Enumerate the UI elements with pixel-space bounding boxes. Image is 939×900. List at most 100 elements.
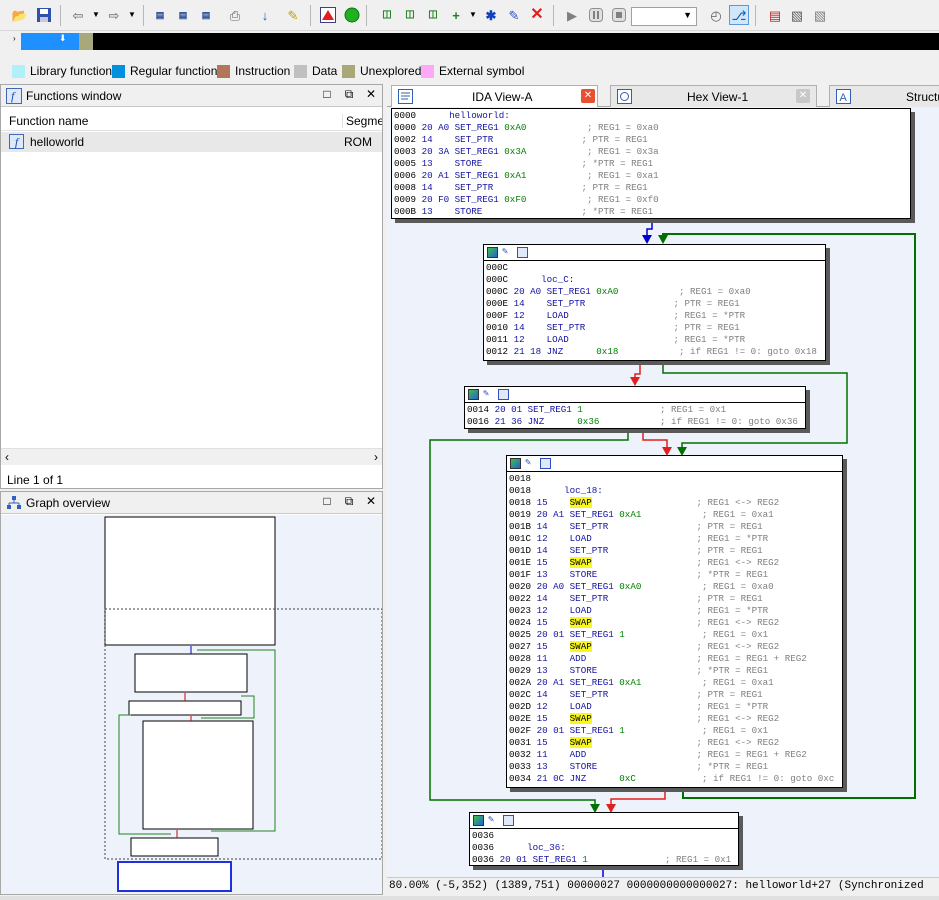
code-line[interactable]: 0025 20 01 SET_REG1 1 ; REG1 = 0x1 [509, 629, 840, 641]
save-icon[interactable] [34, 5, 54, 25]
ida-graph-view[interactable]: 0000 helloworld: 0000 20 A0 SET_REG1 0xA0… [387, 107, 939, 877]
code-line[interactable]: 0002 14 SET_PTR ; PTR = REG1 [394, 134, 908, 146]
graph-overview-titlebar[interactable]: Graph overview □ ⧉ ✕ [1, 492, 382, 514]
code-line[interactable]: 0010 14 SET_PTR ; PTR = REG1 [486, 322, 823, 334]
code-line[interactable]: 0020 20 A0 SET_REG1 0xA0 ; REG1 = 0xa0 [509, 581, 840, 593]
code-line[interactable]: 0036 20 01 SET_REG1 1 ; REG1 = 0x1 [472, 854, 736, 865]
rename-node-icon[interactable]: ✎ [502, 247, 513, 258]
code-line[interactable]: 001D 14 SET_PTR ; PTR = REG1 [509, 545, 840, 557]
code-line[interactable]: 0024 15 SWAP ; REG1 <-> REG2 [509, 617, 840, 629]
viewport-frame[interactable] [117, 861, 232, 892]
rename-node-icon[interactable]: ✎ [483, 389, 494, 400]
navigation-band[interactable]: › ⬇ [0, 31, 939, 53]
run-green-icon[interactable] [342, 5, 362, 25]
start-debug-icon[interactable]: ▶ [562, 5, 582, 25]
graph-node-0014[interactable]: ✎ 0014 20 01 SET_REG1 1 ; REG1 = 0x1 0016… [464, 386, 806, 429]
functions-list-icon[interactable]: ▤ [765, 5, 785, 25]
group-node-icon[interactable] [540, 458, 551, 469]
back-dropdown-icon[interactable]: ▼ [86, 5, 106, 25]
code-line[interactable]: 0034 21 0C JNZ 0xC ; if REG1 != 0: goto … [509, 773, 840, 785]
code-line[interactable]: 002F 20 01 SET_REG1 1 ; REG1 = 0x1 [509, 725, 840, 737]
code-line[interactable]: 0012 21 18 JNZ 0x18 ; if REG1 != 0: goto… [486, 346, 823, 358]
color-node-icon[interactable] [468, 389, 479, 400]
float-icon[interactable]: ⧉ [341, 494, 357, 510]
warning-icon[interactable] [318, 5, 338, 25]
code-line[interactable]: 000F 12 LOAD ; REG1 = *PTR [486, 310, 823, 322]
scroll-right-icon[interactable]: › [374, 450, 378, 464]
back-icon[interactable]: ⇦ [68, 5, 88, 25]
search-text-icon[interactable]: ▤ [150, 5, 170, 25]
edit-names-icon[interactable]: ✎ [283, 5, 303, 25]
minimize-icon[interactable]: □ [319, 87, 335, 103]
close-icon[interactable]: ✕ [363, 87, 379, 103]
code-line[interactable]: 0027 15 SWAP ; REG1 <-> REG2 [509, 641, 840, 653]
graph-mode-icon[interactable]: ⎇ [729, 5, 749, 25]
print-icon[interactable]: ⎙ [225, 5, 245, 25]
code-line[interactable]: 002E 15 SWAP ; REG1 <-> REG2 [509, 713, 840, 725]
list-item[interactable]: f helloworld ROM [1, 132, 382, 152]
group-node-icon[interactable] [503, 815, 514, 826]
code-line[interactable]: 001E 15 SWAP ; REG1 <-> REG2 [509, 557, 840, 569]
forward-icon[interactable]: ⇨ [104, 5, 124, 25]
color-node-icon[interactable] [487, 247, 498, 258]
color-node-icon[interactable] [510, 458, 521, 469]
code-line[interactable]: 0036 loc_36: [472, 842, 736, 854]
code-line[interactable]: 000C 20 A0 SET_REG1 0xA0 ; REG1 = 0xa0 [486, 286, 823, 298]
code-line[interactable]: 0031 15 SWAP ; REG1 <-> REG2 [509, 737, 840, 749]
code-line[interactable]: 0022 14 SET_PTR ; PTR = REG1 [509, 593, 840, 605]
code-line[interactable]: 0014 20 01 SET_REG1 1 ; REG1 = 0x1 [467, 404, 803, 416]
code-line[interactable]: 0033 13 STORE ; *PTR = REG1 [509, 761, 840, 773]
functions-window-titlebar[interactable]: f Functions window □ ⧉ ✕ [1, 85, 382, 107]
code-line[interactable]: 000B 13 STORE ; *PTR = REG1 [394, 206, 908, 218]
code-line[interactable]: 002D 12 LOAD ; REG1 = *PTR [509, 701, 840, 713]
code-line[interactable]: 0016 21 36 JNZ 0x36 ; if REG1 != 0: goto… [467, 416, 803, 428]
code-line[interactable]: 0036 [472, 830, 736, 842]
close-tab-icon[interactable]: ✕ [581, 89, 595, 103]
rename-node-icon[interactable]: ✎ [525, 458, 536, 469]
nav-arrow-icon[interactable]: › [13, 34, 16, 43]
code-line[interactable]: 000E 14 SET_PTR ; PTR = REG1 [486, 298, 823, 310]
code-line[interactable]: 0000 20 A0 SET_REG1 0xA0 ; REG1 = 0xa0 [394, 122, 908, 134]
undefine-icon[interactable]: ✱ [481, 5, 501, 25]
code-line[interactable]: 002A 20 A1 SET_REG1 0xA1 ; REG1 = 0xa1 [509, 677, 840, 689]
tab-ida-view-a[interactable]: IDA View-A ✕ [391, 85, 598, 108]
code-line[interactable]: 0003 20 3A SET_REG1 0x3A ; REG1 = 0x3a [394, 146, 908, 158]
make-string-icon[interactable]: ◫ [423, 5, 443, 25]
group-node-icon[interactable] [498, 389, 509, 400]
code-line[interactable]: 0005 13 STORE ; *PTR = REG1 [394, 158, 908, 170]
forward-dropdown-icon[interactable]: ▼ [122, 5, 142, 25]
graph-node-helloworld[interactable]: 0000 helloworld: 0000 20 A0 SET_REG1 0xA0… [391, 108, 911, 219]
stop-icon[interactable] [609, 5, 629, 25]
graph-node-loc-18[interactable]: ✎ 0018 0018 loc_18: 0018 15 SWAP ; REG1 <-… [506, 455, 843, 788]
code-line[interactable]: 001C 12 LOAD ; REG1 = *PTR [509, 533, 840, 545]
graph-overview-canvas[interactable] [1, 515, 382, 894]
code-line[interactable]: 0028 11 ADD ; REG1 = REG1 + REG2 [509, 653, 840, 665]
graph-overview-icon[interactable]: ◴ [706, 5, 726, 25]
code-line[interactable]: 000C [486, 262, 823, 274]
graph-node-loc-36[interactable]: ✎ 0036 0036 loc_36: 0036 20 01 SET_REG1 1 … [469, 812, 739, 866]
make-data-icon[interactable]: ◫ [400, 5, 420, 25]
tab-hex-view-1[interactable]: Hex View-1 ✕ [610, 85, 817, 107]
tab-structures[interactable]: A Structu [829, 85, 939, 107]
column-function-name[interactable]: Function name [9, 114, 88, 128]
code-line[interactable]: 0019 20 A1 SET_REG1 0xA1 ; REG1 = 0xa1 [509, 509, 840, 521]
close-tab-icon[interactable]: ✕ [796, 89, 810, 103]
code-line[interactable]: 001B 14 SET_PTR ; PTR = REG1 [509, 521, 840, 533]
open-file-icon[interactable]: 📂 [10, 5, 30, 25]
delete-icon[interactable]: ✕ [527, 5, 547, 25]
code-line[interactable]: 000C loc_C: [486, 274, 823, 286]
scroll-left-icon[interactable]: ‹ [5, 450, 9, 464]
search-immediate-icon[interactable]: ▤ [196, 5, 216, 25]
code-line[interactable]: 0009 20 F0 SET_REG1 0xF0 ; REG1 = 0xf0 [394, 194, 908, 206]
code-line[interactable]: 0023 12 LOAD ; REG1 = *PTR [509, 605, 840, 617]
make-code-icon[interactable]: ◫ [377, 5, 397, 25]
add-breakpoint-icon[interactable]: ▧ [787, 5, 807, 25]
navigation-strip[interactable]: ⬇ [21, 33, 939, 50]
horizontal-scrollbar[interactable]: ‹ › [1, 448, 382, 465]
code-line[interactable]: 0011 12 LOAD ; REG1 = *PTR [486, 334, 823, 346]
code-line[interactable]: 0018 [509, 473, 840, 485]
code-line[interactable]: 0006 20 A1 SET_REG1 0xA1 ; REG1 = 0xa1 [394, 170, 908, 182]
search-binary-icon[interactable]: ▤ [173, 5, 193, 25]
close-icon[interactable]: ✕ [363, 494, 379, 510]
debugger-select[interactable]: ▼ [631, 7, 697, 26]
